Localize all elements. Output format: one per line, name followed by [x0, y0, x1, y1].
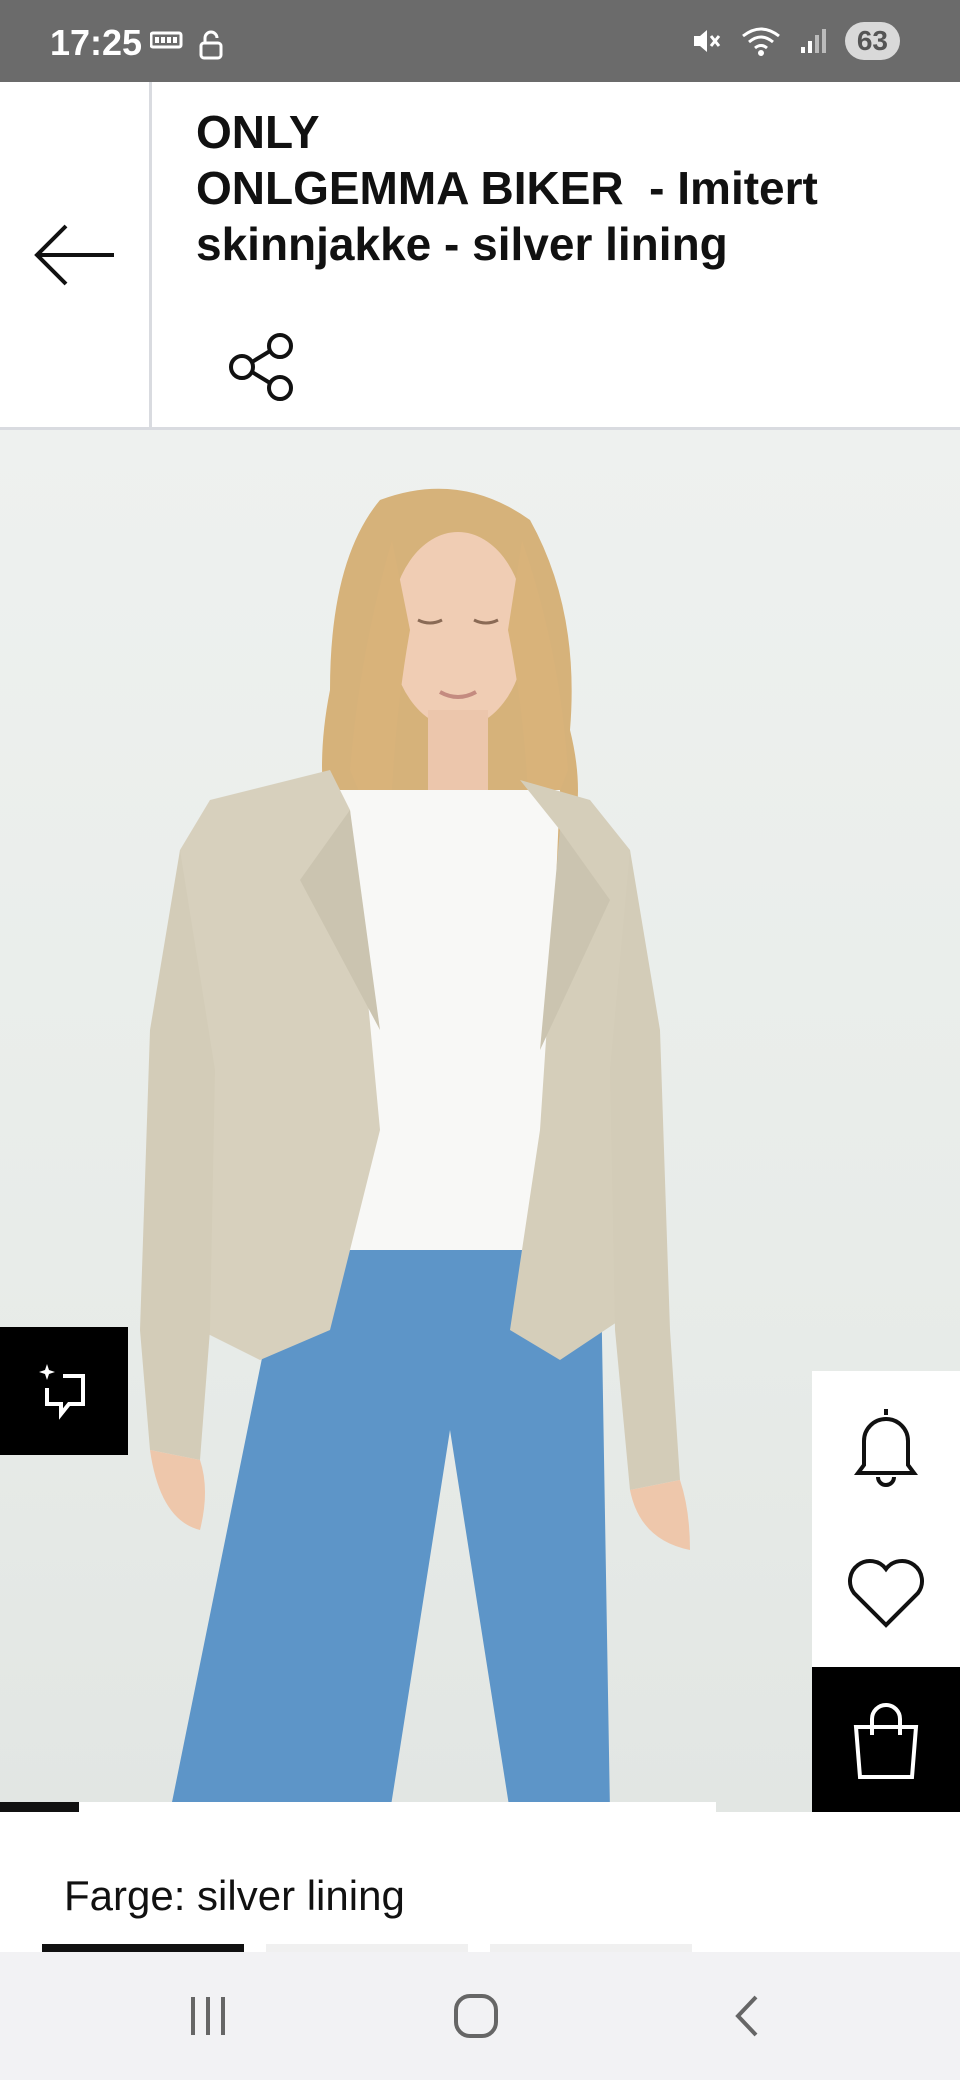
- color-swatch[interactable]: [490, 1944, 692, 1952]
- mute-icon: [693, 30, 721, 52]
- product-header: ONLY ONLGEMMA BIKER - Imitert skinnjakke…: [0, 82, 960, 430]
- product-titles: ONLY ONLGEMMA BIKER - Imitert skinnjakke…: [196, 104, 926, 272]
- nav-back-button[interactable]: [706, 1986, 786, 2046]
- status-left-icons: [150, 30, 224, 60]
- add-to-cart-button[interactable]: [812, 1667, 960, 1812]
- product-image-gallery[interactable]: [0, 430, 960, 1812]
- color-swatch-selected[interactable]: [42, 1944, 244, 1952]
- wifi-icon: [741, 27, 780, 56]
- product-actions: [812, 1371, 960, 1812]
- unlock-icon: [199, 30, 223, 60]
- gallery-progress-track: [79, 1802, 716, 1812]
- ai-similar-icon: [39, 1364, 85, 1420]
- color-section: Farge: silver lining: [0, 1812, 960, 1952]
- battery-saver-icon: [150, 31, 183, 49]
- home-button[interactable]: [436, 1986, 516, 2046]
- recent-apps-button[interactable]: [168, 1986, 248, 2046]
- recent-apps-icon: [191, 1997, 225, 2035]
- signal-icon: [800, 29, 826, 53]
- color-label: Farge: silver lining: [64, 1872, 405, 1919]
- share-icon: [229, 333, 293, 401]
- status-time: 17:25: [50, 22, 143, 63]
- shopping-bag-icon: [853, 1703, 919, 1779]
- status-bar: 17:25 63: [0, 0, 960, 82]
- brand-name: ONLY: [196, 106, 320, 158]
- bell-icon: [854, 1409, 918, 1487]
- share-button[interactable]: [224, 330, 298, 404]
- home-icon: [454, 1994, 498, 2038]
- back-icon: [735, 1995, 758, 2037]
- color-swatches: [42, 1944, 692, 1952]
- system-navigation-bar: [0, 1952, 960, 2080]
- back-button[interactable]: [0, 82, 152, 427]
- battery-level: 63: [844, 22, 900, 60]
- color-swatch[interactable]: [266, 1944, 468, 1952]
- wishlist-button[interactable]: [812, 1519, 960, 1667]
- product-name: ONLGEMMA BIKER - Imitert skinnjakke - si…: [196, 162, 831, 270]
- gallery-progress-indicator: [0, 1802, 79, 1812]
- status-right-icons: 63: [691, 22, 900, 60]
- find-similar-button[interactable]: [0, 1327, 128, 1455]
- arrow-left-icon: [33, 224, 114, 285]
- heart-icon: [848, 1559, 924, 1628]
- notify-button[interactable]: [812, 1371, 960, 1519]
